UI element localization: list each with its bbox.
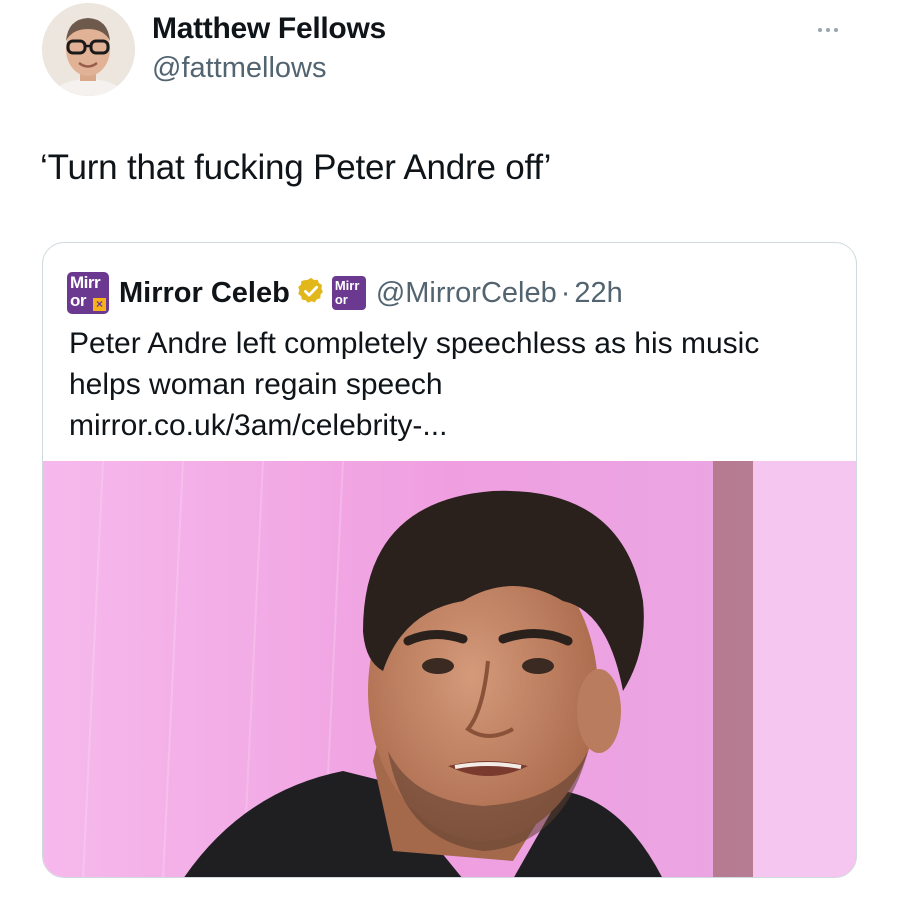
mirror-logo-icon[interactable]: Mirr or × — [67, 272, 109, 314]
verified-badge-icon — [296, 276, 326, 311]
quoted-tweet-text: Peter Andre left completely speechless a… — [69, 327, 760, 401]
portrait-photo-icon — [43, 461, 856, 877]
author-name[interactable]: Matthew Fellows — [152, 12, 386, 46]
article-image[interactable] — [43, 461, 856, 877]
mirror-small-logo-icon: Mirr or — [331, 276, 366, 310]
quoted-timestamp[interactable]: 22h — [574, 277, 622, 310]
author-handle[interactable]: @fattmellows — [152, 52, 326, 85]
separator-dot: · — [560, 276, 571, 309]
profile-photo-icon — [42, 3, 135, 96]
tweet-screenshot: Matthew Fellows @fattmellows ‘Turn that … — [0, 0, 899, 900]
author-avatar[interactable] — [42, 3, 135, 96]
quoted-author-handle[interactable]: @MirrorCeleb — [376, 277, 557, 310]
quoted-tweet-card[interactable]: Mirr or × Mirror Celeb Mirr or @MirrorCe… — [42, 242, 857, 878]
more-options-icon[interactable] — [818, 20, 854, 40]
article-link[interactable]: mirror.co.uk/3am/celebrity-... — [69, 405, 447, 446]
quoted-tweet-header: Mirr or × Mirror Celeb Mirr or @MirrorCe… — [67, 271, 623, 315]
quoted-author-name[interactable]: Mirror Celeb — [119, 277, 290, 310]
tweet-text: ‘Turn that fucking Peter Andre off’ — [40, 148, 552, 187]
